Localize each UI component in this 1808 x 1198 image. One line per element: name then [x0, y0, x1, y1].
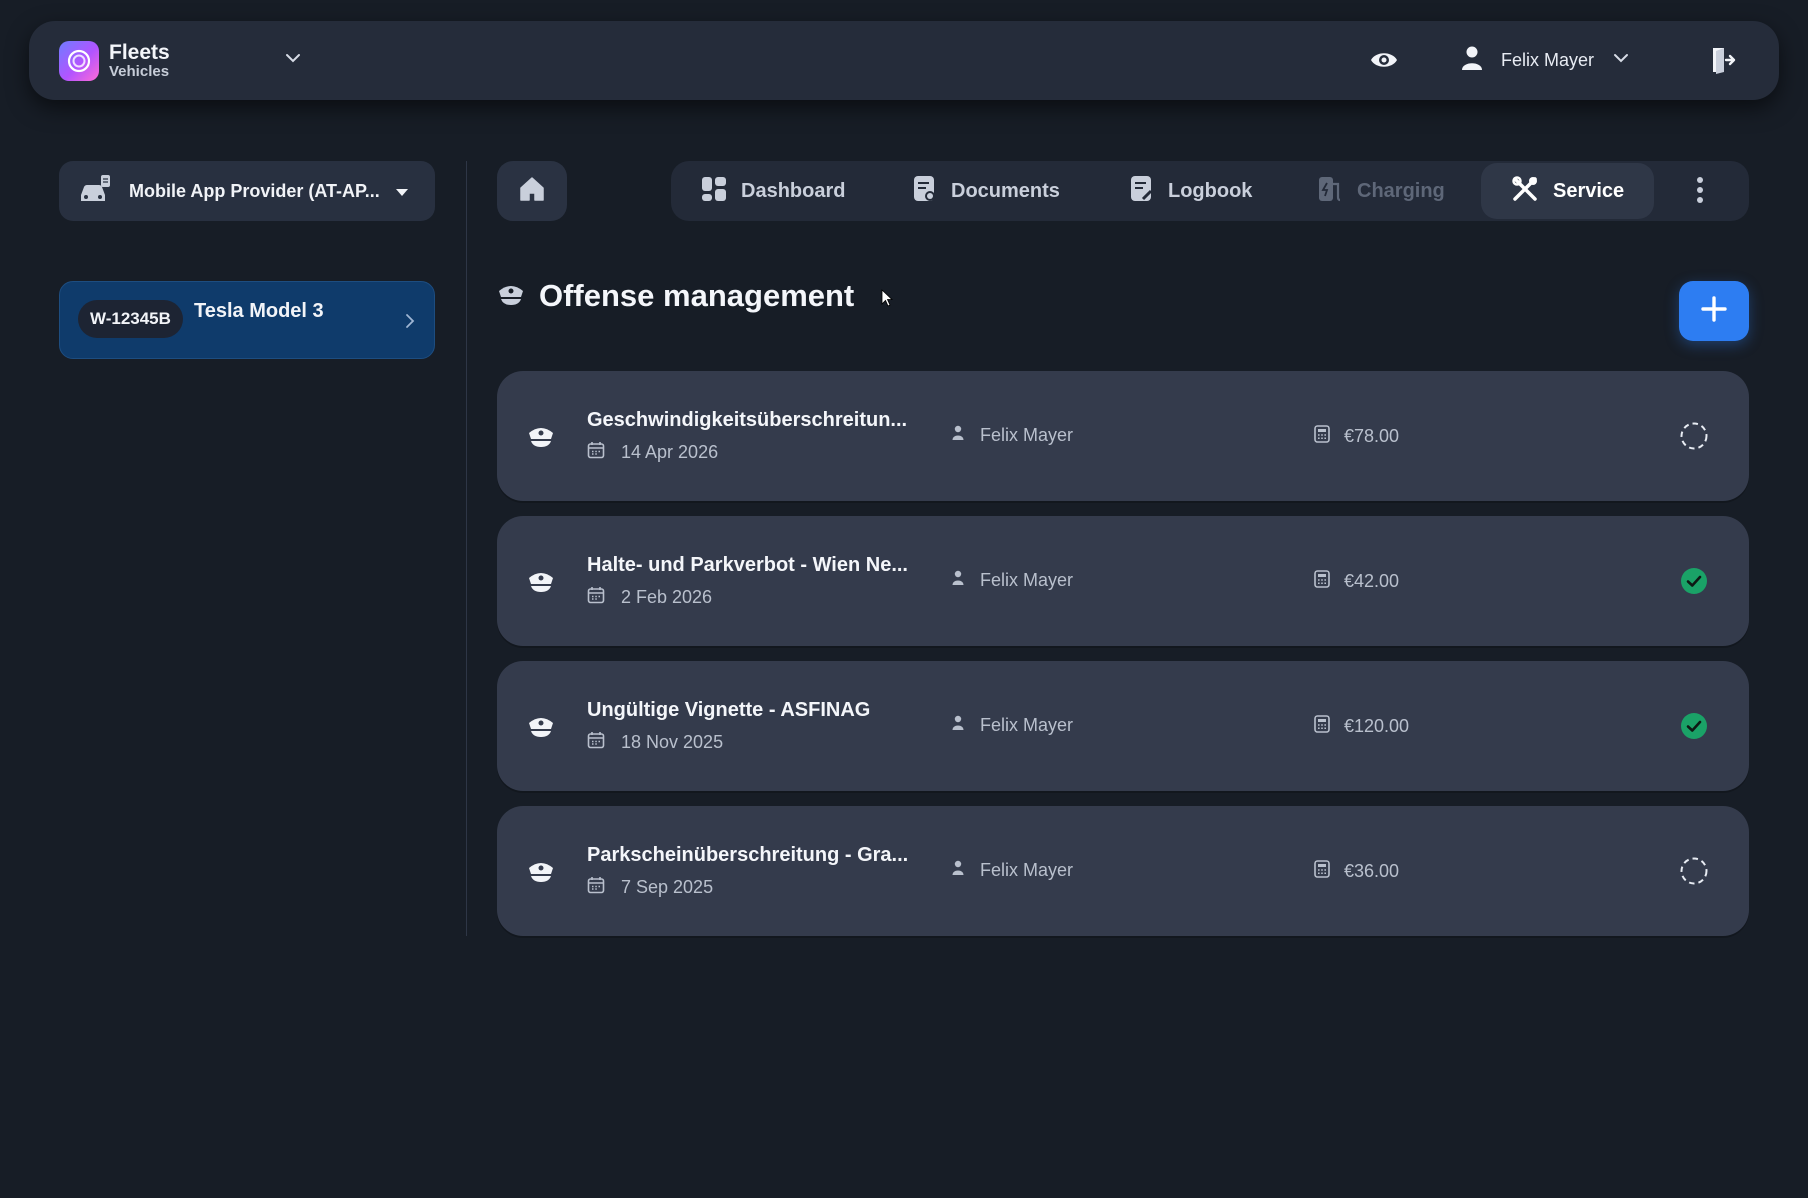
caret-down-icon: [395, 185, 409, 203]
offense-person: Felix Mayer: [980, 570, 1074, 590]
offense-amount: €78.00: [1344, 426, 1400, 446]
offense-amount: €36.00: [1344, 861, 1400, 881]
police-cap-icon: [527, 568, 555, 599]
eye-icon[interactable]: [1369, 49, 1399, 76]
tab-label: Documents: [951, 179, 1060, 202]
tab-label: Service: [1553, 179, 1625, 202]
offense-title: Parkscheinüberschreitung - Gra...: [587, 844, 909, 866]
plus-icon: [1700, 295, 1728, 328]
fleets-logo-icon: [59, 41, 99, 81]
license-plate: W-12345B: [78, 300, 183, 338]
calculator-icon: [1314, 425, 1330, 448]
offense-person: Felix Mayer: [980, 860, 1074, 880]
offense-date: 14 Apr 2026: [621, 442, 719, 462]
car-icon: [77, 173, 113, 210]
user-icon: [952, 425, 964, 446]
tab-label: Dashboard: [741, 179, 846, 202]
offense-person: Felix Mayer: [980, 425, 1074, 445]
calendar-icon: [587, 731, 605, 754]
offense-amount: €42.00: [1344, 571, 1400, 591]
offense-amount: €120.00: [1344, 716, 1410, 736]
user-icon: [1461, 45, 1483, 76]
provider-select[interactable]: Mobile App Provider (AT-AP...: [59, 161, 435, 221]
sidebar-divider: [466, 161, 467, 936]
add-offense-button[interactable]: [1679, 281, 1749, 341]
check-circle-icon: [1679, 711, 1709, 746]
tab-service[interactable]: Service: [1481, 163, 1655, 219]
offense-list: Geschwindigkeitsüberschreitun... 14 Apr …: [497, 371, 1749, 951]
charging-icon: [1317, 175, 1343, 208]
chevron-down-icon: [1612, 49, 1630, 72]
pending-status-icon: [1679, 856, 1709, 891]
page-title: Offense management: [539, 278, 855, 313]
offense-date: 2 Feb 2026: [621, 587, 713, 607]
calendar-icon: [587, 586, 605, 609]
brand[interactable]: Fleets Vehicles: [59, 41, 170, 81]
list-item[interactable]: Halte- und Parkverbot - Wien Ne... 2 Feb…: [497, 516, 1749, 646]
offense-date: 18 Nov 2025: [621, 732, 724, 752]
check-circle-icon: [1679, 566, 1709, 601]
vehicle-name: Tesla Model 3: [194, 300, 324, 322]
chevron-down-icon[interactable]: [284, 49, 302, 72]
calculator-icon: [1314, 715, 1330, 738]
calculator-icon: [1314, 860, 1330, 883]
user-icon: [952, 570, 964, 591]
home-button[interactable]: [497, 161, 567, 221]
brand-title: Fleets: [109, 41, 170, 65]
offense-title: Ungültige Vignette - ASFINAG: [587, 699, 871, 721]
more-vertical-icon[interactable]: [1696, 175, 1704, 210]
tab-logbook[interactable]: Logbook: [1130, 161, 1252, 221]
vehicle-card[interactable]: W-12345B Tesla Model 3: [59, 281, 435, 359]
page-header: Offense management: [497, 278, 854, 314]
provider-label: Mobile App Provider (AT-AP...: [129, 180, 379, 201]
logout-icon[interactable]: [1710, 46, 1736, 79]
logbook-icon: [1130, 175, 1154, 208]
chevron-right-icon: [404, 312, 416, 335]
offense-title: Halte- und Parkverbot - Wien Ne...: [587, 554, 908, 576]
calendar-icon: [587, 876, 605, 899]
tab-documents[interactable]: Documents: [913, 161, 1060, 221]
police-cap-icon: [497, 281, 525, 312]
police-cap-icon: [527, 713, 555, 744]
list-item[interactable]: Parkscheinüberschreitung - Gra... 7 Sep …: [497, 806, 1749, 936]
tab-label: Logbook: [1168, 179, 1253, 202]
mouse-cursor-icon: [881, 289, 894, 314]
nav-tabs: Dashboard Documents Logbook Charging Ser…: [671, 161, 1749, 221]
police-cap-icon: [527, 423, 555, 454]
calculator-icon: [1314, 570, 1330, 593]
offense-title: Geschwindigkeitsüberschreitun...: [587, 409, 908, 431]
user-icon: [952, 715, 964, 736]
user-menu[interactable]: Felix Mayer: [1461, 45, 1630, 76]
dashboard-icon: [701, 176, 727, 207]
top-bar: Fleets Vehicles Felix Mayer: [29, 21, 1779, 100]
list-item[interactable]: Ungültige Vignette - ASFINAG 18 Nov 2025…: [497, 661, 1749, 791]
tab-label: Charging: [1357, 179, 1445, 202]
document-icon: [913, 175, 937, 208]
user-icon: [952, 860, 964, 881]
tools-icon: [1511, 175, 1539, 208]
user-name: Felix Mayer: [1501, 50, 1595, 70]
brand-subtitle: Vehicles: [109, 63, 170, 81]
home-icon: [518, 176, 546, 207]
police-cap-icon: [527, 858, 555, 889]
list-item[interactable]: Geschwindigkeitsüberschreitun... 14 Apr …: [497, 371, 1749, 501]
pending-status-icon: [1679, 421, 1709, 456]
offense-person: Felix Mayer: [980, 715, 1074, 735]
tab-dashboard[interactable]: Dashboard: [701, 161, 845, 221]
offense-date: 7 Sep 2025: [621, 877, 714, 897]
tab-charging[interactable]: Charging: [1317, 161, 1445, 221]
calendar-icon: [587, 441, 605, 464]
